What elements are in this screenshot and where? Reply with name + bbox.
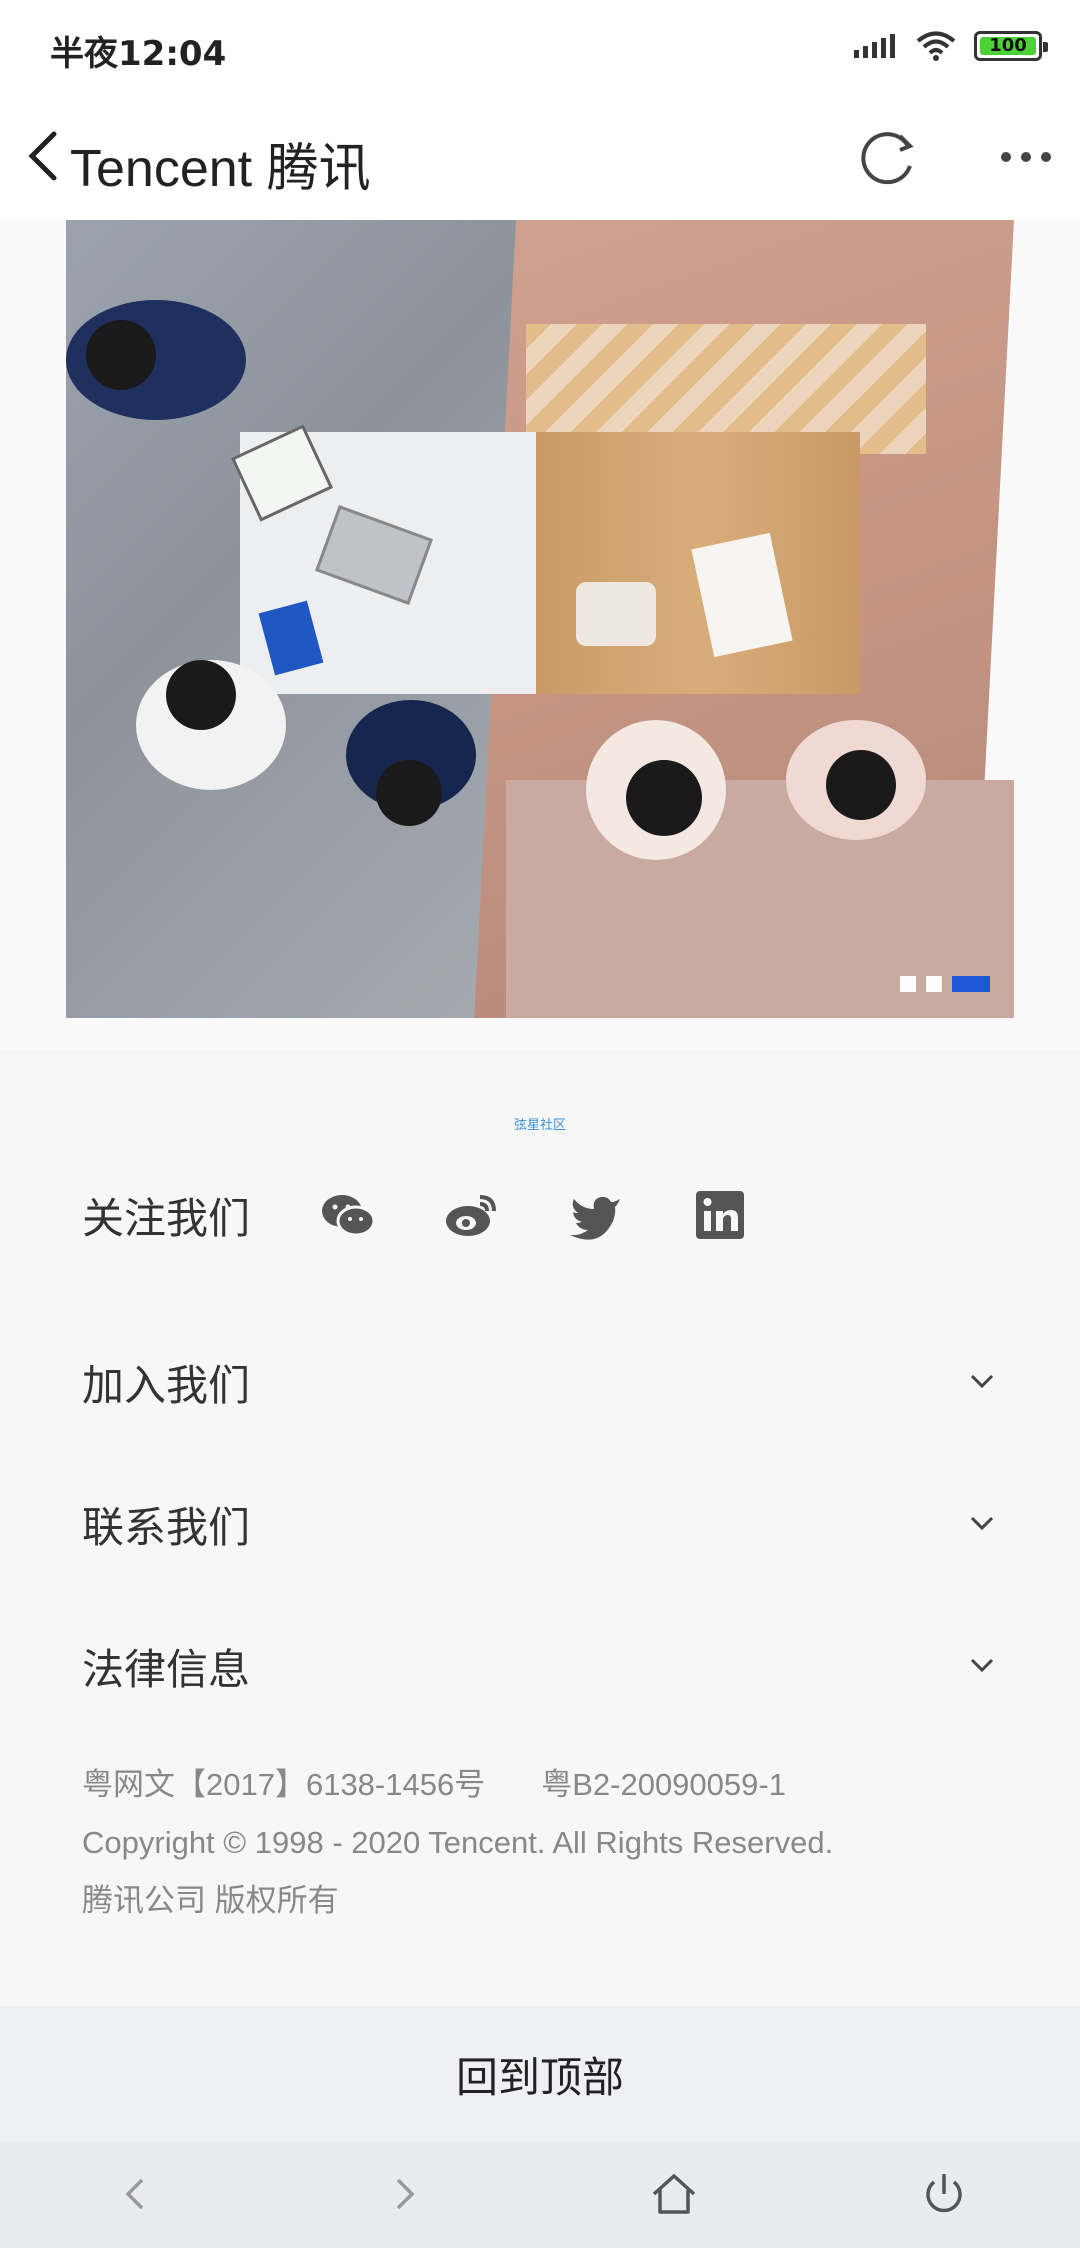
refresh-icon[interactable] [856,126,920,190]
battery-icon: 100 [974,31,1048,61]
person [166,660,236,730]
wifi-icon [916,31,956,61]
person [826,750,896,820]
chevron-down-icon [970,1658,994,1673]
accordion-contact-us[interactable]: 联系我们 [82,1484,1002,1564]
accordion-label: 联系我们 [82,1502,251,1552]
status-icons: 100 [854,30,1048,62]
browser-bottom-bar [0,2142,1080,2248]
person [376,760,442,826]
status-bar: 半夜12:04 100 [0,0,1080,96]
more-options-icon[interactable] [996,142,1056,172]
nav-bar: Tencent 腾讯 [0,96,1080,220]
follow-row: 关注我们 [82,1170,814,1260]
status-time: 半夜12:04 [50,34,227,74]
footer: 弦星社区 关注我们 加入我们 联系我们 法律信息 粤网文【2017】6138-1… [0,1050,1080,2006]
plate [576,582,656,646]
copyright: Copyright © 1998 - 2020 Tencent. All Rig… [82,1825,834,1860]
chevron-down-icon [970,1516,994,1531]
license-number-2[interactable]: 粤B2-20090059-1 [541,1767,786,1802]
legal-text: 粤网文【2017】6138-1456号 粤B2-20090059-1 Copyri… [82,1756,1042,1930]
accordion-label: 加入我们 [82,1360,251,1410]
battery-level: 100 [989,35,1027,56]
license-line: 粤网文【2017】6138-1456号 粤B2-20090059-1 [82,1756,1042,1814]
back-arrow-icon[interactable] [22,126,64,186]
wechat-icon[interactable] [318,1185,378,1245]
weibo-icon[interactable] [442,1185,502,1245]
person [86,320,156,390]
back-icon[interactable] [108,2166,164,2222]
carousel-dot[interactable] [900,976,916,992]
power-icon[interactable] [916,2166,972,2222]
person [626,760,702,836]
hero-banner[interactable] [66,220,1014,1018]
carousel-dot-active[interactable] [952,976,990,992]
twitter-icon[interactable] [566,1185,626,1245]
back-to-top-button[interactable]: 回到顶部 [0,2006,1080,2142]
carousel-indicator [900,976,990,992]
signal-icon [854,34,895,58]
chevron-down-icon [970,1374,994,1389]
forward-icon[interactable] [376,2166,432,2222]
watermark: 弦星社区 [513,1118,566,1133]
rights-reserved: 腾讯公司 版权所有 [82,1883,339,1918]
accordion-legal-info[interactable]: 法律信息 [82,1626,1002,1706]
page-title: Tencent 腾讯 [70,140,371,198]
license-number-1[interactable]: 粤网文【2017】6138-1456号 [82,1767,485,1802]
linkedin-icon[interactable] [690,1185,750,1245]
accordion-label: 法律信息 [82,1644,251,1694]
carousel-dot[interactable] [926,976,942,992]
follow-label: 关注我们 [82,1193,251,1243]
accordion-join-us[interactable]: 加入我们 [82,1342,1002,1422]
home-icon[interactable] [646,2166,702,2222]
